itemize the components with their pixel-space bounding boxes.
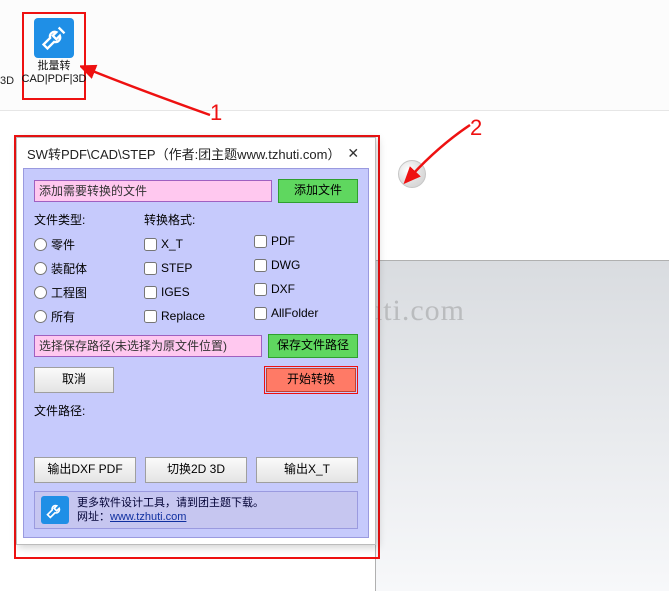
close-button[interactable]: ✕ — [336, 141, 371, 165]
footer-url-label: 网址： — [77, 511, 110, 523]
fmt-dwg[interactable]: DWG — [254, 253, 358, 277]
close-icon: ✕ — [347, 145, 359, 162]
annotation-number-1: 1 — [210, 100, 222, 126]
format-label: 转换格式: — [144, 211, 254, 228]
type-drawing[interactable]: 工程图 — [34, 280, 144, 304]
app-viewport — [375, 260, 669, 591]
file-type-label: 文件类型: — [34, 211, 144, 228]
launcher-label: 批量转 CAD|PDF|3D — [22, 60, 87, 86]
paths-label: 文件路径: — [34, 402, 358, 419]
type-assembly[interactable]: 装配体 — [34, 256, 144, 280]
fmt-step[interactable]: STEP — [144, 256, 254, 280]
convert-dialog: SW转PDF\CAD\STEP（作者:团主题www.tzhuti.com） ✕ … — [16, 137, 376, 545]
tools-icon — [41, 496, 69, 524]
type-all[interactable]: 所有 — [34, 304, 144, 328]
annotation-number-2: 2 — [470, 115, 482, 141]
fmt-xt[interactable]: X_T — [144, 232, 254, 256]
export-dxf-pdf-button[interactable]: 输出DXF PDF — [34, 457, 136, 483]
fmt-replace[interactable]: Replace — [144, 304, 254, 328]
export-xt-button[interactable]: 输出X_T — [256, 457, 358, 483]
save-path-input[interactable]: 选择保存路径(未选择为原文件位置) — [34, 335, 262, 357]
footer-url-link[interactable]: www.tzhuti.com — [110, 511, 186, 523]
paths-list-area — [34, 423, 358, 453]
add-files-input[interactable]: 添加需要转换的文件 — [34, 180, 272, 202]
fmt-allfolder[interactable]: AllFolder — [254, 301, 358, 325]
left-truncated-label: 3D — [0, 75, 14, 87]
start-convert-button[interactable]: 开始转换 — [266, 368, 356, 392]
tools-icon — [34, 18, 74, 58]
fmt-pdf[interactable]: PDF — [254, 229, 358, 253]
footer-line1: 更多软件设计工具，请到团主题下载。 — [77, 496, 264, 510]
type-part[interactable]: 零件 — [34, 232, 144, 256]
launcher-shortcut[interactable]: 批量转 CAD|PDF|3D — [22, 12, 86, 100]
dialog-title: SW转PDF\CAD\STEP（作者:团主题www.tzhuti.com） — [27, 144, 336, 163]
toggle-2d-3d-button[interactable]: 切换2D 3D — [145, 457, 247, 483]
launcher-label-line1: 批量转 — [22, 60, 87, 73]
save-path-button[interactable]: 保存文件路径 — [268, 334, 358, 358]
fmt-dxf[interactable]: DXF — [254, 277, 358, 301]
dialog-footer: 更多软件设计工具，请到团主题下载。 网址：www.tzhuti.com — [34, 491, 358, 529]
launcher-label-line2: CAD|PDF|3D — [22, 73, 87, 86]
annotation-start-outline: 开始转换 — [264, 366, 358, 394]
app-toolbar-area — [0, 0, 669, 111]
add-files-button[interactable]: 添加文件 — [278, 179, 358, 203]
orientation-knob[interactable] — [398, 160, 426, 188]
fmt-iges[interactable]: IGES — [144, 280, 254, 304]
cancel-button[interactable]: 取消 — [34, 367, 114, 393]
